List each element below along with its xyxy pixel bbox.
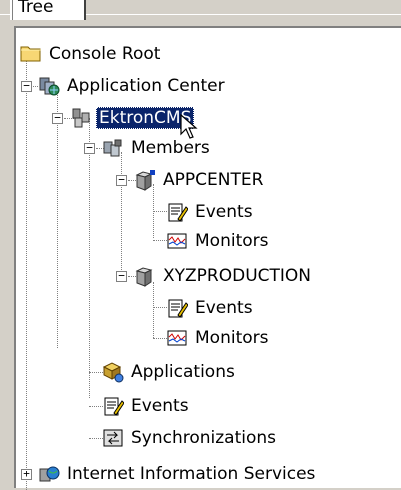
collapse-toggle[interactable]: − (116, 174, 127, 186)
server-controller-icon (134, 169, 156, 191)
tree-node-applications[interactable]: Applications (102, 360, 238, 384)
tree-node-appcenter-monitors[interactable]: Monitors (166, 229, 271, 253)
collapse-toggle[interactable]: − (21, 80, 32, 92)
tree-node-members[interactable]: Members (102, 136, 213, 160)
tree-node-console-root[interactable]: Console Root (20, 42, 163, 66)
events-icon (166, 201, 188, 223)
application-center-icon (38, 75, 60, 97)
collapse-toggle[interactable]: − (52, 112, 63, 124)
tree-line (89, 406, 103, 407)
tree-node-xyzproduction-events[interactable]: Events (166, 296, 256, 320)
tree-node-events[interactable]: Events (102, 394, 192, 418)
tree-node-ektroncms[interactable]: EktronCMS (70, 106, 195, 130)
tree-node-synchronizations[interactable]: Synchronizations (102, 426, 279, 450)
expand-toggle[interactable]: + (21, 468, 32, 480)
tree-node-xyzproduction[interactable]: XYZPRODUCTION (134, 264, 314, 288)
events-icon (102, 395, 124, 417)
tree-line (153, 282, 154, 338)
tree-line (57, 90, 58, 348)
iis-globe-icon (38, 463, 60, 485)
tree-node-appcenter[interactable]: APPCENTER (134, 168, 266, 192)
tree-node-iis[interactable]: Internet Information Services (38, 462, 318, 486)
members-icon (102, 137, 124, 159)
tree-line (153, 211, 167, 212)
monitor-graph-icon (166, 327, 188, 349)
tree-line (89, 118, 90, 398)
monitor-graph-icon (166, 230, 188, 252)
events-icon (166, 297, 188, 319)
tree-line (153, 338, 167, 339)
tab-tree[interactable]: Tree (10, 0, 84, 20)
tree-line (26, 54, 27, 490)
cluster-icon (70, 107, 92, 129)
tree-view[interactable]: − − − − − + Console Root Application Cen… (14, 26, 401, 490)
server-icon (134, 265, 156, 287)
tree-line (121, 152, 122, 276)
folder-icon (20, 43, 42, 65)
tree-node-xyzproduction-monitors[interactable]: Monitors (166, 326, 271, 350)
applications-icon (102, 361, 124, 383)
tree-node-application-center[interactable]: Application Center (38, 74, 228, 98)
tree-line (153, 240, 167, 241)
tree-node-appcenter-events[interactable]: Events (166, 200, 256, 224)
tree-line (89, 438, 103, 439)
collapse-toggle[interactable]: − (84, 142, 95, 154)
synchronization-icon (102, 427, 124, 449)
collapse-toggle[interactable]: − (116, 270, 127, 282)
tree-line (89, 372, 103, 373)
tree-line (153, 307, 167, 308)
